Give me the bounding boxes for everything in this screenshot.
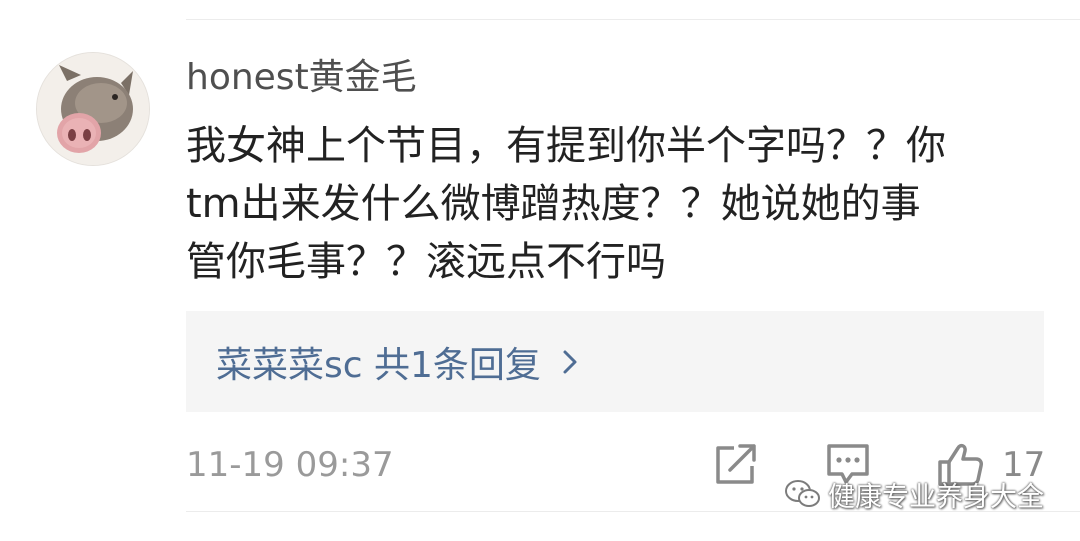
wechat-icon [785, 480, 820, 507]
watermark-text: 健康专业养身大全 [828, 481, 1044, 513]
reply-thread-link[interactable]: 菜菜菜sc 共1条回复 [186, 311, 1044, 412]
bottom-divider [186, 511, 1080, 512]
share-button[interactable] [712, 440, 760, 488]
comment-timestamp: 11-19 09:37 [186, 445, 394, 485]
comment-line: tm出来发什么微博蹭热度？？她说她的事 [186, 181, 921, 227]
comment-line: 我女神上个节目，有提到你半个字吗？？你 [186, 123, 946, 169]
share-icon [716, 444, 756, 484]
chevron-right-icon [557, 349, 583, 375]
reply-summary: 菜菜菜sc 共1条回复 [216, 344, 541, 386]
pig-avatar-icon [37, 53, 149, 165]
avatar[interactable] [36, 52, 150, 166]
comment-text: 我女神上个节目，有提到你半个字吗？？你 tm出来发什么微博蹭热度？？她说她的事 … [186, 117, 1056, 291]
top-divider [186, 19, 1080, 20]
comment-username[interactable]: honest黄金毛 [186, 54, 417, 102]
comment-line: 管你毛事？？滚远点不行吗 [186, 239, 666, 285]
watermark: 健康专业养身大全 [784, 474, 1044, 514]
